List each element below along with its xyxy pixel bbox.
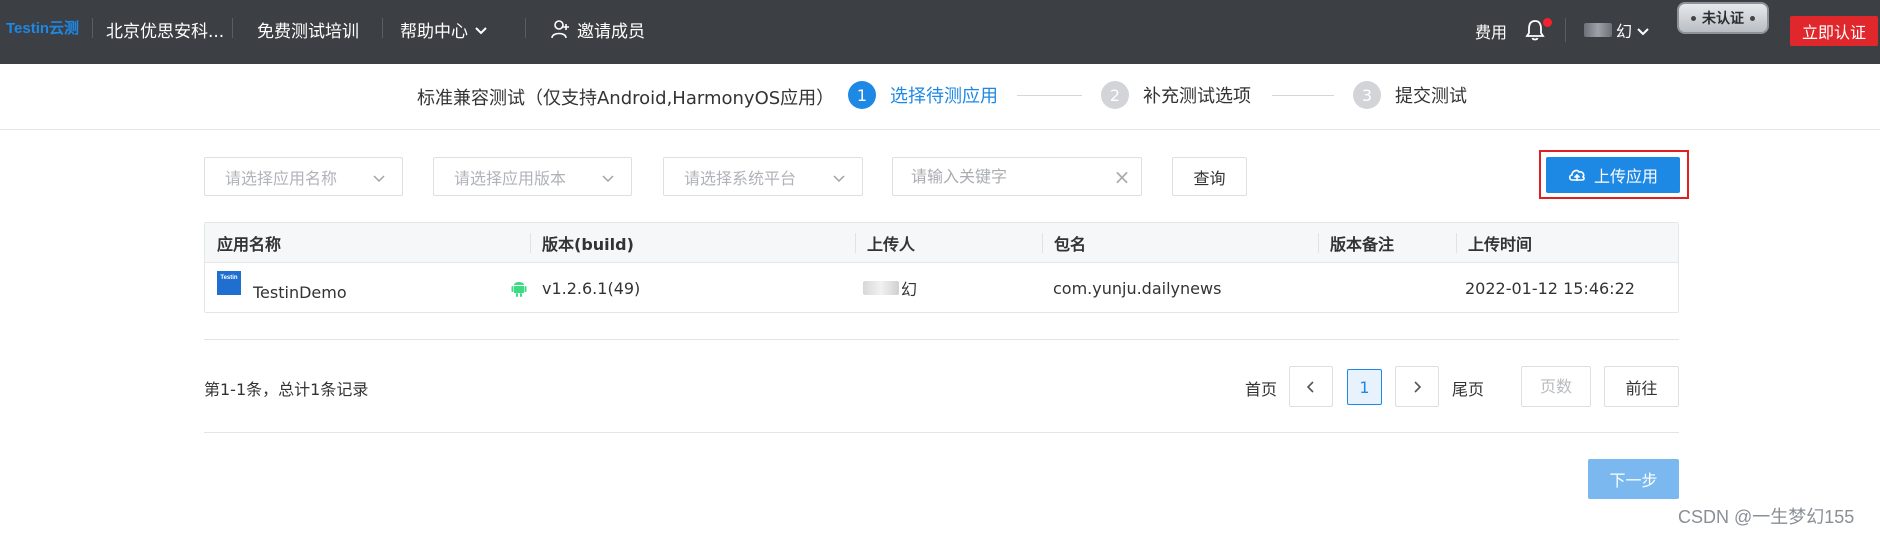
chevron-down-icon [832,170,846,184]
app-table: 应用名称 版本(build) 上传人 包名 版本备注 上传时间 Testin T… [204,222,1679,313]
upload-app-button[interactable]: 上传应用 [1546,157,1680,193]
table-row[interactable]: Testin TestinDemo v1.2.6.1(49) 幻 com.yun… [205,263,1678,313]
chevron-down-icon [1636,23,1650,37]
testin-logo[interactable]: Testin云测 [6,16,79,38]
uncertified-badge: 未认证 [1677,2,1769,34]
step-connector [1272,95,1334,96]
keyword-input[interactable] [911,158,1111,195]
divider [204,432,1679,433]
first-page-link[interactable]: 首页 [1245,376,1277,400]
next-page-button[interactable] [1395,366,1439,407]
page-number-1[interactable]: 1 [1347,369,1382,405]
nav-help-center[interactable]: 帮助中心 [400,17,488,42]
prev-page-button[interactable] [1289,366,1333,407]
table-header: 应用名称 版本(build) 上传人 包名 版本备注 上传时间 [205,223,1678,263]
query-button[interactable]: 查询 [1172,157,1247,196]
nav-divider [1565,18,1566,42]
divider [204,339,1679,340]
nav-divider [525,18,526,38]
step-indicator: 标准兼容测试（仅支持Android,HarmonyOS应用） 1 选择待测应用 … [0,64,1880,130]
upload-cloud-icon [1568,166,1586,184]
col-upload-time: 上传时间 [1468,235,1533,254]
record-total: 第1-1条，总计1条记录 [204,380,369,399]
app-name-cell: TestinDemo [253,282,347,302]
col-app-name: 应用名称 [217,235,282,254]
test-type-title: 标准兼容测试（仅支持Android,HarmonyOS应用） [417,88,835,109]
page-jump-input[interactable] [1522,367,1590,406]
user-menu[interactable]: 幻 [1584,18,1650,42]
col-version-note: 版本备注 [1330,235,1395,254]
nav-divider [92,18,93,38]
nav-free-training[interactable]: 免费测试培训 [257,17,359,42]
step-connector [1017,95,1082,96]
badge-dot-icon [1750,15,1755,21]
upload-time-cell: 2022-01-12 15:46:22 [1465,278,1635,298]
nav-divider [382,18,383,38]
avatar [863,281,899,295]
last-page-link[interactable]: 尾页 [1452,376,1484,400]
android-icon [511,279,527,297]
avatar [1584,23,1612,37]
next-step-button[interactable]: 下一步 [1588,459,1679,499]
step-test-options: 2 补充测试选项 [1101,81,1251,109]
uploader-cell: 幻 [863,263,917,313]
chevron-down-icon [601,170,615,184]
notification-dot [1543,18,1552,27]
badge-dot-icon [1691,15,1696,21]
chevron-left-icon [1306,380,1314,393]
col-uploader: 上传人 [867,235,916,254]
platform-select[interactable]: 请选择系统平台 [663,157,863,196]
user-add-icon [551,19,571,39]
col-package: 包名 [1054,235,1087,254]
step-submit: 3 提交测试 [1353,81,1467,109]
nav-invite-members[interactable]: 邀请成员 [551,17,645,42]
app-name-select[interactable]: 请选择应用名称 [204,157,403,196]
csdn-watermark: CSDN @一生梦幻155 [1678,507,1855,527]
app-icon: Testin [217,271,241,295]
nav-fee[interactable]: 费用 [1475,19,1507,43]
nav-divider [232,18,233,38]
version-cell: v1.2.6.1(49) [542,278,641,298]
keyword-search: × [892,157,1142,196]
step-select-app: 1 选择待测应用 [848,81,998,109]
chevron-down-icon [474,22,488,36]
package-cell: com.yunju.dailynews [1053,278,1222,298]
certify-now-button[interactable]: 立即认证 [1790,16,1878,46]
org-switcher[interactable]: 北京优思安科... [106,17,224,42]
top-navbar: Testin云测 北京优思安科... 免费测试培训 帮助中心 邀请成员 费用 幻 [0,0,1880,64]
go-to-page-button[interactable]: 前往 [1604,366,1679,407]
page-jump-field [1521,366,1591,407]
app-version-select[interactable]: 请选择应用版本 [433,157,632,196]
chevron-right-icon [1414,380,1422,393]
chevron-down-icon [372,170,386,184]
col-version: 版本(build) [542,235,634,254]
close-icon[interactable]: × [1113,167,1131,187]
